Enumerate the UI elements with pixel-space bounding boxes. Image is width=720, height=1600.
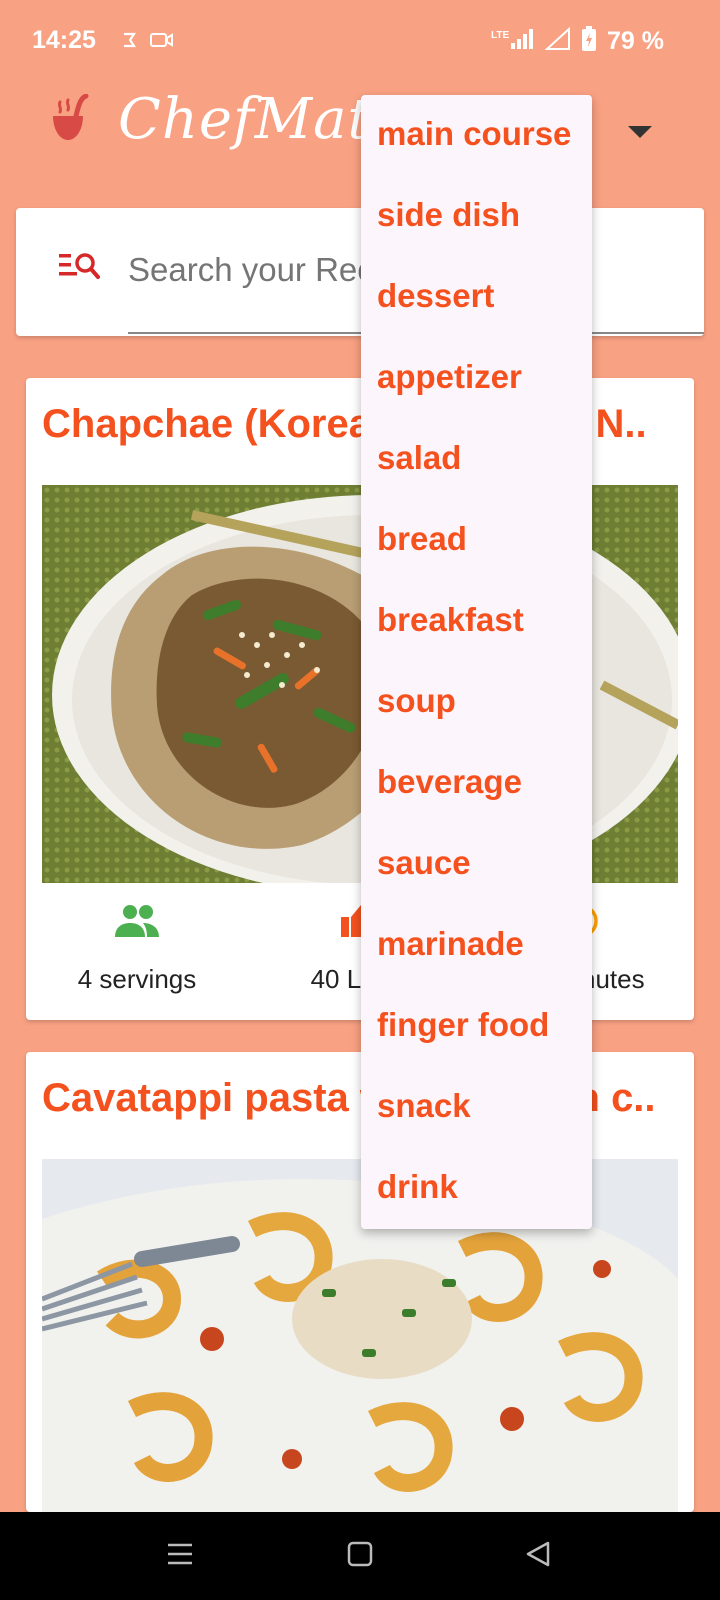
menu-item-appetizer[interactable]: appetizer [361,355,592,436]
svg-text:LTE: LTE [491,30,509,41]
menu-item-bread[interactable]: bread [361,517,592,598]
manage-search-icon [58,250,100,285]
recipe-stats: 4 servings 40 Likes 45 minutes [26,903,694,1003]
menu-item-snack[interactable]: snack [361,1084,592,1165]
status-bar: 14:25 LTE 79 % [0,0,720,80]
recipe-card[interactable]: Chapchae (Korean Stir-Fried N.. 4 servin… [26,378,694,1020]
people-icon [26,903,248,944]
menu-item-breakfast[interactable]: breakfast [361,598,592,679]
menu-item-main-course[interactable]: main course [361,112,592,193]
menu-item-finger-food[interactable]: finger food [361,1003,592,1084]
app-bar: ChefMate [0,80,720,180]
menu-item-salad[interactable]: salad [361,436,592,517]
arrow-drop-down-icon[interactable] [628,126,652,138]
menu-icon[interactable] [166,1540,194,1573]
ladle-icon [50,93,94,149]
status-time: 14:25 [32,26,96,54]
lte-signal-icon: LTE [491,27,535,56]
menu-item-side-dish[interactable]: side dish [361,193,592,274]
battery-percent: 79 % [607,26,664,55]
servings-stat: 4 servings [26,903,248,995]
menu-item-drink[interactable]: drink [361,1165,592,1246]
menu-item-sauce[interactable]: sauce [361,841,592,922]
sync-icon [120,30,140,55]
navigation-bar [0,1512,720,1600]
servings-label: 4 servings [77,964,197,994]
wifi-icon [544,26,571,56]
back-triangle-icon[interactable] [524,1540,552,1573]
menu-item-beverage[interactable]: beverage [361,760,592,841]
status-indicators: LTE 79 % [491,25,664,57]
menu-item-dessert[interactable]: dessert [361,274,592,355]
menu-item-marinade[interactable]: marinade [361,922,592,1003]
video-icon [150,30,174,55]
recipe-card[interactable]: Cavatappi pasta with chicken c.. [26,1052,694,1512]
menu-item-soup[interactable]: soup [361,679,592,760]
home-square-icon[interactable] [346,1540,374,1573]
category-dropdown-menu: main course side dish dessert appetizer sala… [361,95,592,1229]
battery-charging-icon [581,25,597,57]
search-card [16,208,704,336]
